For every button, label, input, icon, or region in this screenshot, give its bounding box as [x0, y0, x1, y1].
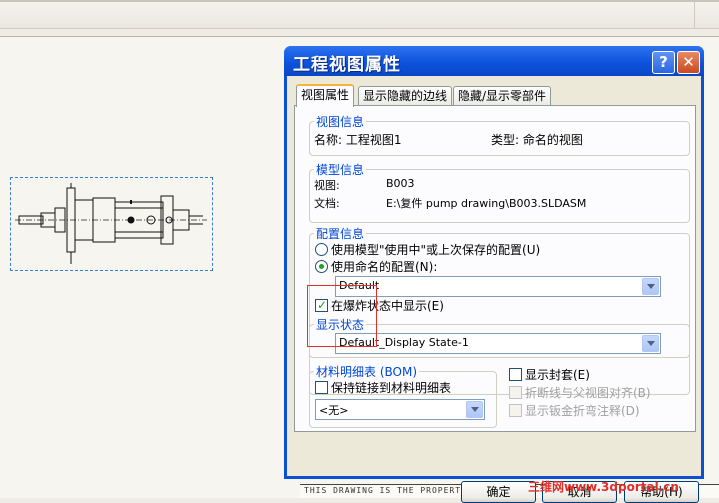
tab-view-properties[interactable]: 视图属性 [296, 84, 355, 107]
radio-use-named-config[interactable] [315, 260, 328, 273]
pump-drawing-view [15, 183, 207, 264]
view-type-text: 类型: 命名的视图 [491, 133, 583, 147]
show-envelope-label[interactable]: 显示封套(E) [525, 366, 590, 383]
bom-label: 材料明细表 (BOM) [314, 363, 419, 380]
close-icon[interactable]: ✕ [677, 51, 700, 74]
radio-selected-dot [319, 264, 324, 269]
view-info-label: 视图信息 [314, 113, 367, 130]
drawing-view-properties-dialog: 工程视图属性 ? ✕ 视图属性 显示隐藏的边线 隐藏/显示零部件 视图信息 名称… [284, 46, 704, 503]
display-state-select[interactable]: Default_Display State-1 [335, 333, 661, 354]
toolbar-area [0, 0, 719, 29]
model-view-value: B003 [386, 177, 415, 190]
toolbar-top-line [0, 0, 719, 2]
drawing-view-frame[interactable] [10, 177, 213, 271]
tab-hide-show-components[interactable]: 隐藏/显示零部件 [453, 86, 552, 105]
dialog-title: 工程视图属性 [293, 55, 401, 75]
sheet-metal-notes-label: 显示钣金折弯注释(D) [525, 404, 640, 418]
site-watermark: 三维网www.3dportal.cn [528, 480, 679, 494]
tab-hidden-edges[interactable]: 显示隐藏的边线 [358, 86, 453, 105]
help-icon[interactable]: ? [652, 51, 675, 74]
chevron-down-icon[interactable] [642, 278, 659, 295]
named-config-select[interactable]: Default [335, 276, 661, 297]
keep-bom-link-label[interactable]: 保持链接到材料明细表 [331, 379, 451, 396]
model-view-key: 视图: [314, 179, 340, 192]
toolbar-divider [694, 0, 695, 28]
dialog-client-area: 视图属性 显示隐藏的边线 隐藏/显示零部件 视图信息 名称: 工程视图1 类型:… [287, 76, 701, 503]
radio-use-named-config-label[interactable]: 使用命名的配置(N): [331, 258, 437, 275]
ok-button[interactable]: 确定 [461, 481, 536, 503]
view-name-text: 名称: 工程视图1 [314, 133, 402, 147]
bom-value: <无> [319, 404, 349, 417]
keep-bom-link-checkbox[interactable] [315, 381, 328, 394]
model-info-label: 模型信息 [314, 161, 367, 178]
dialog-titlebar[interactable]: 工程视图属性 ? ✕ [284, 46, 704, 76]
broken-align-checkbox[interactable] [509, 386, 522, 399]
highlight-annotation-box [307, 285, 377, 347]
show-envelope-checkbox[interactable] [509, 368, 522, 381]
tab-panel-view-properties: 视图信息 名称: 工程视图1 类型: 命名的视图 模型信息 视图: B003 文… [294, 105, 696, 432]
config-info-label: 配置信息 [314, 225, 367, 242]
sheet-metal-notes-checkbox[interactable] [509, 404, 522, 417]
broken-align-label: 折断线与父视图对齐(B) [525, 386, 651, 400]
model-doc-key: 文档: [314, 197, 340, 210]
bom-select[interactable]: <无> [315, 399, 485, 420]
chevron-down-icon[interactable] [642, 335, 659, 352]
chevron-down-icon[interactable] [466, 401, 483, 418]
model-doc-value: E:\复件 pump drawing\B003.SLDASM [386, 197, 587, 210]
radio-use-model-config-label[interactable]: 使用模型"使用中"或上次保存的配置(U) [331, 241, 540, 258]
radio-use-model-config[interactable] [315, 243, 328, 256]
